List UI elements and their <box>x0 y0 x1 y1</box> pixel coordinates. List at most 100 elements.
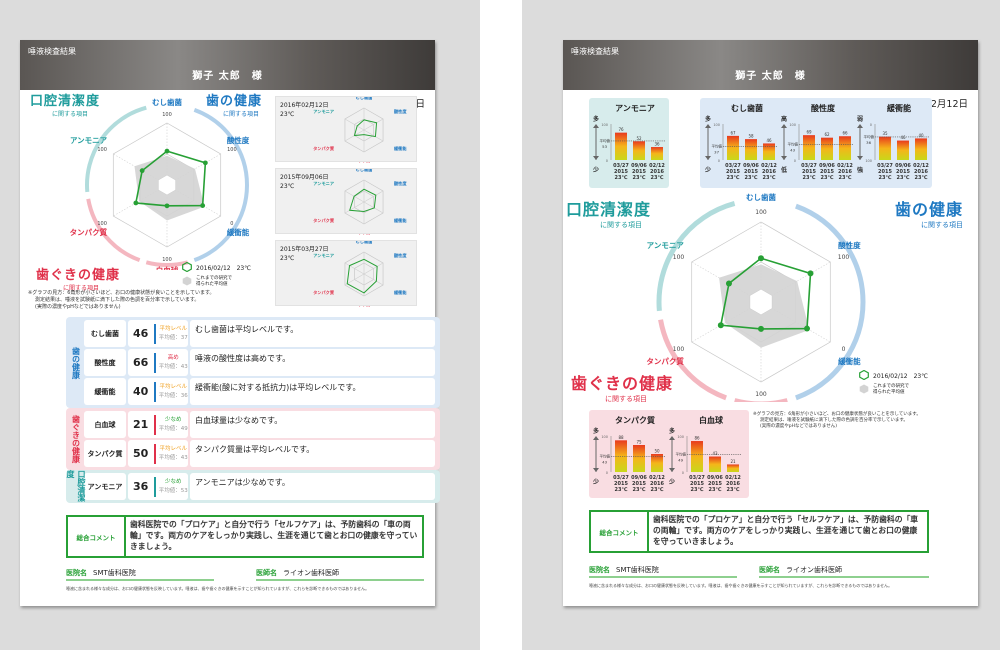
arrow-up-icon <box>593 124 599 128</box>
x-tick-label: 23℃ <box>650 175 663 181</box>
x-tick-label: 23℃ <box>632 175 645 181</box>
arrow-up-icon <box>669 436 675 440</box>
axis-scale-label: 100 <box>162 257 172 263</box>
arrow-up-icon <box>781 124 787 128</box>
oral-group-label: 口腔清潔度 <box>66 470 86 502</box>
y-tick-label: 100 <box>601 123 608 127</box>
hexagon-filled-icon <box>182 276 192 286</box>
history-panel-3: 2015年03月27日23℃ むし歯菌酸性度緩衝能白血球タンパク質アンモニア <box>275 240 417 307</box>
axis-label: 白血球 <box>156 265 179 270</box>
y-tick-label: 0 <box>794 159 796 163</box>
scale-bottom-label: 少 <box>668 478 675 486</box>
bar-chart-title: 白血球 <box>699 415 724 425</box>
axis-scale-label: 100 <box>755 391 767 398</box>
arrow-down-icon <box>593 156 599 160</box>
doctor-name: 医師名 ライオン歯科医師 <box>256 568 424 581</box>
average-label: 平均値 <box>864 134 875 139</box>
axis-label: 白血球 <box>358 305 371 307</box>
axis-label: アンモニア <box>313 181 335 187</box>
axis-label: タンパク質 <box>646 356 684 366</box>
axis-label: 酸性度 <box>394 180 407 187</box>
arrow-down-icon <box>705 156 711 160</box>
x-tick-label: 23℃ <box>650 487 663 493</box>
bar <box>727 135 739 160</box>
result-item-name: タンパク質 <box>84 440 126 467</box>
result-level: 少なめ 平均値：53 <box>158 478 188 494</box>
result-value-cell: 36 少なめ 平均値：53 <box>128 473 188 500</box>
average-label: 平均値 <box>600 454 611 459</box>
average-label: 平均値 <box>676 451 687 456</box>
x-tick-label: 23℃ <box>726 487 739 493</box>
arrow-down-icon <box>781 156 787 160</box>
axis-label: 緩衝能 <box>394 217 407 224</box>
data-point <box>164 203 170 209</box>
axis-label: 緩衝能 <box>227 227 250 237</box>
x-tick-label: 23℃ <box>726 175 739 181</box>
axis-scale-label: 100 <box>162 112 172 118</box>
result-message: むし歯菌は平均レベルです。 <box>190 320 435 347</box>
disclaimer: 唾液に含まれる様々な成分は、お口の健康状態を反映しています。唾液は、歯や歯ぐきの… <box>589 583 893 588</box>
overall-comment: 総合コメント 歯科医院での「プロケア」と自分で行う「セルフケア」は、予防歯科の「… <box>66 515 424 558</box>
bar-value-label: 46 <box>766 138 772 143</box>
x-tick-label: 23℃ <box>896 175 909 181</box>
arrow-down-icon <box>593 468 599 472</box>
radar-chart-main: むし歯菌100酸性度100緩衝能0白血球100タンパク質100アンモニア100 <box>70 97 250 270</box>
x-tick-label: 23℃ <box>914 175 927 181</box>
result-level: 平均レベル 平均値：36 <box>158 383 188 399</box>
arrow-up-icon <box>857 124 863 128</box>
bar-value-label: 88 <box>618 435 624 440</box>
data-point <box>202 160 208 166</box>
level-divider <box>153 323 156 344</box>
scale-bottom-label: 強 <box>857 166 863 174</box>
result-level: 高め 平均値：43 <box>158 354 188 370</box>
level-divider <box>153 381 156 402</box>
bar-chart-white-blood-cells: 白血球多少 100 0 86 03/27 2015 23℃ 43 09/06 2015 23℃ 21 0… <box>667 414 743 504</box>
x-tick-label: 23℃ <box>802 175 815 181</box>
legend-average: これまでの研究で得られた平均値 <box>182 275 251 287</box>
x-tick-label: 23℃ <box>762 175 775 181</box>
axis-scale-label: 100 <box>755 209 767 216</box>
bar <box>821 137 833 160</box>
bar-value-label: 46 <box>900 135 906 140</box>
result-value-cell: 46 平均レベル 平均値：37 <box>128 320 188 347</box>
data-point <box>717 322 724 329</box>
bar-chart-caries-bacteria: むし歯菌多少 100 0 67 03/27 2015 23℃ 58 09/06 2015 23℃ 46… <box>703 102 779 192</box>
x-tick-label: 23℃ <box>820 175 833 181</box>
axis-label: 酸性度 <box>838 240 861 250</box>
axis-scale-label: 100 <box>97 147 107 153</box>
bar <box>915 138 927 160</box>
result-value: 50 <box>133 447 149 460</box>
average-value: 37 <box>714 150 719 155</box>
bar <box>839 136 851 160</box>
data-point <box>725 280 732 287</box>
result-row: 緩衝能 40 平均レベル 平均値：36 緩衝能(酸に対する抵抗力)は平均レベルです。 <box>84 378 437 405</box>
scale-top-label: 弱 <box>857 115 863 123</box>
scale-top-label: 多 <box>705 115 711 123</box>
bar-chart-svg: 酸性度高低10006903/27201523℃6209/06201523℃660… <box>780 103 853 181</box>
scale-top-label: 多 <box>593 115 599 123</box>
report-title: 唾液検査結果 <box>571 47 619 56</box>
bar-value-label: 67 <box>730 130 736 135</box>
patient-name: 獅子 太郎 様 <box>192 71 263 82</box>
hexagon-outline-icon <box>859 370 869 380</box>
bar <box>897 140 909 160</box>
scale-top-label: 高 <box>781 115 787 123</box>
result-value-cell: 40 平均レベル 平均値：36 <box>128 378 188 405</box>
bar-value-label: 21 <box>730 459 736 464</box>
result-row: 白血球 21 少なめ 平均値：49 白血球量は少なめです。 <box>84 411 437 438</box>
bar <box>879 136 891 160</box>
data-point <box>804 325 811 332</box>
scale-bottom-label: 少 <box>592 478 599 486</box>
result-value-cell: 21 少なめ 平均値：49 <box>128 411 188 438</box>
bar <box>691 441 703 472</box>
data-point <box>133 200 139 206</box>
result-item-name: アンモニア <box>84 473 126 500</box>
bar-chart-svg: むし歯菌多少10006703/27201523℃5809/06201523℃46… <box>704 103 777 181</box>
result-value: 36 <box>133 480 149 493</box>
result-row: むし歯菌 46 平均レベル 平均値：37 むし歯菌は平均レベルです。 <box>84 320 437 347</box>
axis-label: 酸性度 <box>394 108 407 115</box>
result-row: アンモニア 36 少なめ 平均値：53 アンモニアは少なめです。 <box>84 473 437 500</box>
y-tick-label: 100 <box>713 123 720 127</box>
bar-chart-svg: タンパク質多少10008803/27201523℃7509/06201523℃5… <box>592 415 665 493</box>
bar-value-label: 75 <box>636 440 642 445</box>
